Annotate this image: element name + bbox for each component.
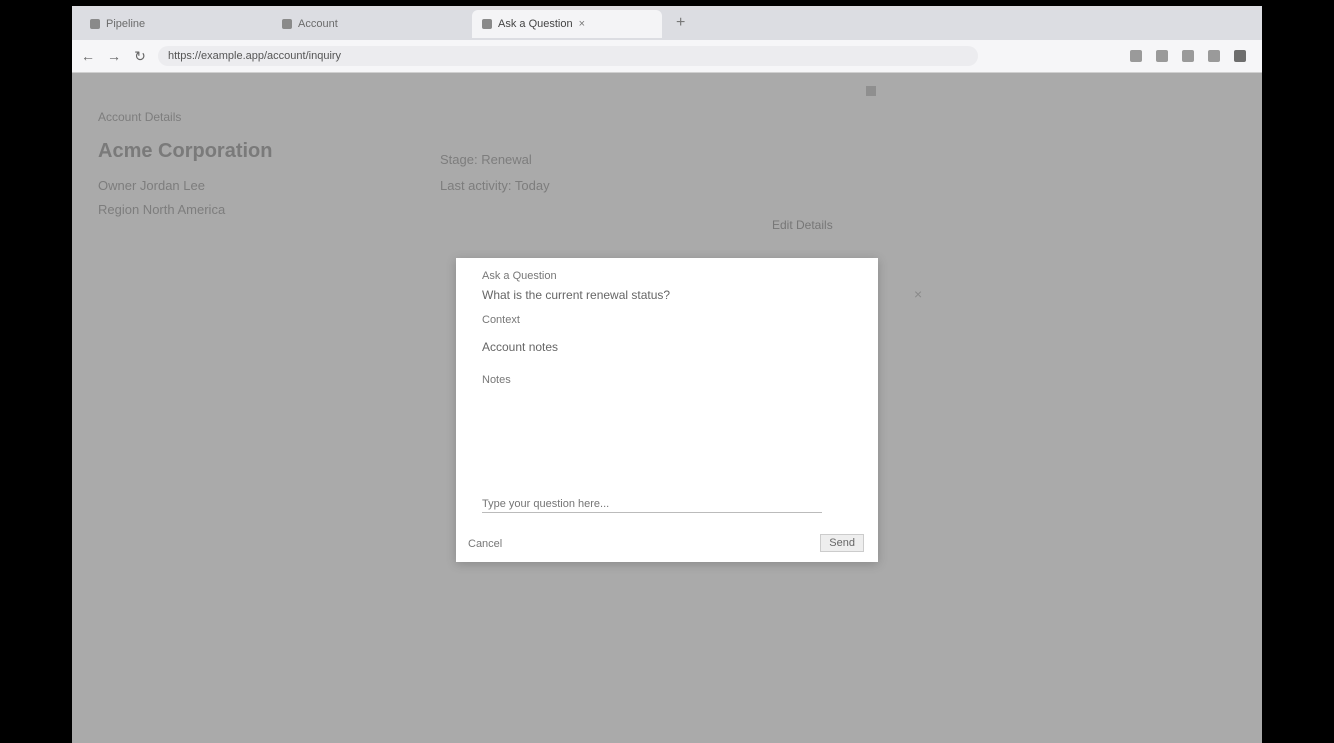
question-text: What is the current renewal status? bbox=[482, 288, 671, 302]
ask-question-dialog: Ask a Question What is the current renew… bbox=[456, 258, 878, 562]
new-tab-icon[interactable]: + bbox=[676, 14, 685, 32]
browser-tab-bar: Pipeline Account Ask a Question × + bbox=[72, 6, 1262, 40]
dialog-close-icon[interactable]: × bbox=[914, 286, 922, 302]
page-header: Account Details bbox=[98, 110, 182, 124]
context-value: Account notes bbox=[482, 340, 559, 354]
question-input[interactable] bbox=[482, 496, 822, 513]
last-activity-field: Last activity: Today bbox=[440, 178, 550, 193]
tab-favicon-icon bbox=[90, 19, 100, 29]
profile-icon[interactable] bbox=[1208, 50, 1220, 62]
tab-favicon-icon bbox=[482, 19, 492, 29]
cancel-button[interactable]: Cancel bbox=[468, 538, 502, 550]
reload-icon[interactable]: ↻ bbox=[130, 46, 150, 66]
status-indicator-icon bbox=[866, 86, 876, 96]
tab-label: Ask a Question bbox=[498, 18, 573, 30]
dialog-title: Ask a Question bbox=[482, 270, 557, 282]
tab-label: Pipeline bbox=[106, 18, 146, 30]
download-icon[interactable] bbox=[1182, 50, 1194, 62]
menu-icon[interactable] bbox=[1234, 50, 1246, 62]
close-icon[interactable]: × bbox=[579, 18, 585, 30]
context-label: Context bbox=[482, 314, 520, 326]
stage-field: Stage: Renewal bbox=[440, 152, 532, 167]
toolbar-icons bbox=[1130, 50, 1246, 62]
address-bar: ← → ↻ https://example.app/account/inquir… bbox=[72, 40, 1262, 73]
tab-account[interactable]: Account bbox=[272, 10, 452, 38]
tab-ask-question[interactable]: Ask a Question × bbox=[472, 10, 662, 38]
send-button[interactable]: Send bbox=[820, 534, 864, 552]
notes-label: Notes bbox=[482, 374, 511, 386]
page-title: Acme Corporation bbox=[98, 140, 273, 162]
region-field: Region North America bbox=[98, 202, 226, 217]
owner-field: Owner Jordan Lee bbox=[98, 178, 205, 193]
app-screen: Pipeline Account Ask a Question × + ← → … bbox=[72, 6, 1262, 743]
back-arrow-icon[interactable]: ← bbox=[78, 46, 98, 66]
tab-favicon-icon bbox=[282, 19, 292, 29]
forward-arrow-icon[interactable]: → bbox=[104, 46, 124, 66]
tab-label: Account bbox=[298, 18, 338, 30]
url-text: https://example.app/account/inquiry bbox=[168, 50, 342, 62]
edit-details-link[interactable]: Edit Details bbox=[772, 218, 833, 232]
bookmark-icon[interactable] bbox=[1156, 50, 1168, 62]
tab-pipeline[interactable]: Pipeline bbox=[80, 10, 240, 38]
extension-icon[interactable] bbox=[1130, 50, 1142, 62]
url-field[interactable]: https://example.app/account/inquiry bbox=[158, 46, 978, 66]
